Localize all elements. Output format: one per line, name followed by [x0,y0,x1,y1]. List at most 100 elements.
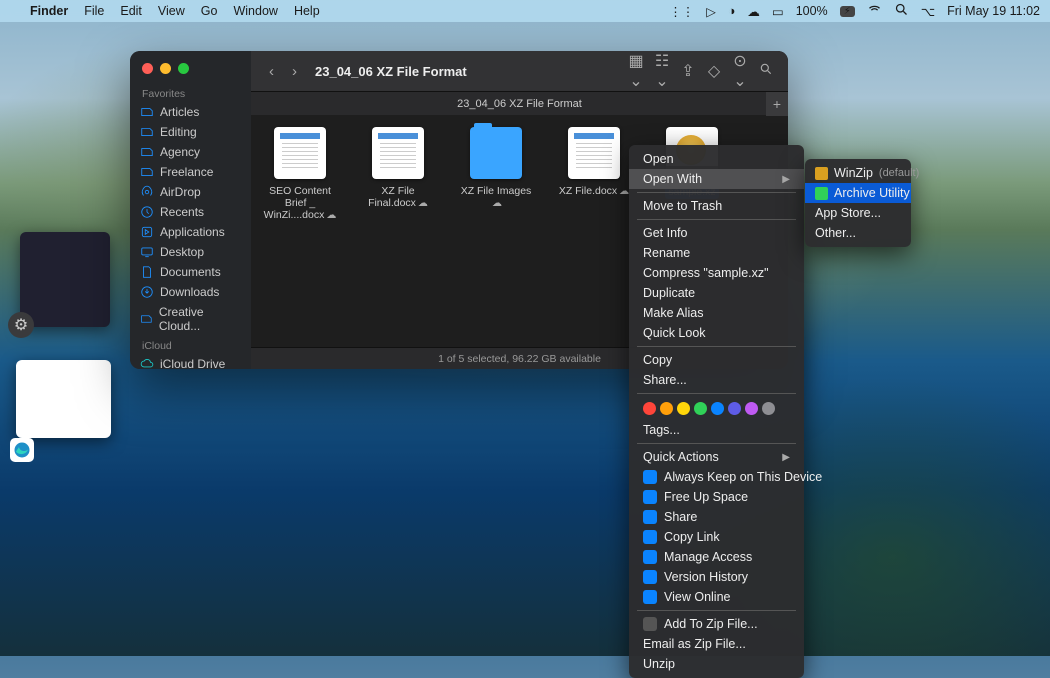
winzip-app-icon [815,167,828,180]
sidebar-item-articles[interactable]: Articles [130,102,251,122]
tag-blue[interactable] [711,402,724,415]
menu-copy[interactable]: Copy [629,350,804,370]
submenu-archive-utility[interactable]: Archive Utility [805,183,911,203]
menu-qa-manage-access[interactable]: Manage Access [629,547,804,567]
sidebar-item-creative-cloud[interactable]: Creative Cloud... [130,302,251,336]
tag-pink[interactable] [745,402,758,415]
menu-get-info[interactable]: Get Info [629,223,804,243]
battery-icon[interactable]: ⚡︎ [840,6,855,17]
zoom-button[interactable] [178,63,189,74]
menu-duplicate[interactable]: Duplicate [629,283,804,303]
minimize-button[interactable] [160,63,171,74]
sync-icon[interactable]: ◑ [728,4,736,18]
tags-icon[interactable]: ◇ [706,61,722,81]
menu-add-to-zip[interactable]: Add To Zip File... [629,614,804,634]
menu-tags[interactable]: Tags... [629,420,804,440]
menu-open-with[interactable]: Open With▶ [629,169,804,189]
display-icon[interactable]: ▭ [772,4,784,19]
view-mode-icon[interactable]: ▦ ⌄ [628,51,644,91]
tag-gray[interactable] [762,402,775,415]
battery-percent[interactable]: 100% [796,4,828,18]
sidebar-item-icloud-drive[interactable]: iCloud Drive [130,354,251,369]
menu-email-as-zip[interactable]: Email as Zip File... [629,634,804,654]
separator [637,219,796,220]
file-item[interactable]: XZ File Images☁︎ [457,127,535,209]
background-window-winzip[interactable] [16,360,111,438]
menu-window[interactable]: Window [233,4,277,18]
system-settings-icon[interactable]: ⚙︎ [8,312,34,338]
file-item[interactable]: XZ File Final.docx☁︎ [359,127,437,209]
menu-share[interactable]: Share... [629,370,804,390]
sidebar-item-editing[interactable]: Editing [130,122,251,142]
spotlight-icon[interactable] [894,2,909,20]
sidebar-item-recents[interactable]: Recents [130,202,251,222]
zoom-icon[interactable]: ⋮⋮ [669,4,694,19]
sidebar-section-icloud: iCloud [130,336,251,354]
sidebar-item-downloads[interactable]: Downloads [130,282,251,302]
sidebar-item-airdrop[interactable]: AirDrop [130,182,251,202]
cloud-icon[interactable]: ☁︎ [747,4,760,19]
clock[interactable]: Fri May 19 11:02 [947,4,1040,18]
group-icon[interactable]: ☷ ⌄ [654,51,670,91]
sidebar-item-agency[interactable]: Agency [130,142,251,162]
menu-view[interactable]: View [158,4,185,18]
path-bar[interactable]: 23_04_06 XZ File Format + [251,91,788,115]
sidebar-item-documents[interactable]: Documents [130,262,251,282]
submenu-other[interactable]: Other... [805,223,911,243]
menu-bar: Finder File Edit View Go Window Help ⋮⋮ … [0,0,1050,22]
menu-qa-free-up-space[interactable]: Free Up Space [629,487,804,507]
share-icon[interactable]: ⇪ [680,61,696,81]
cloud-download-icon: ☁︎ [492,198,502,209]
tag-orange[interactable] [660,402,673,415]
docx-icon [372,127,424,179]
cloud-download-icon: ☁︎ [619,186,629,197]
back-button[interactable]: ‹ [265,63,278,80]
sidebar-item-freelance[interactable]: Freelance [130,162,251,182]
menu-move-to-trash[interactable]: Move to Trash [629,196,804,216]
menu-quick-look[interactable]: Quick Look [629,323,804,343]
menu-qa-view-online[interactable]: View Online [629,587,804,607]
actions-icon[interactable]: ⊙ ⌄ [732,51,748,91]
tag-yellow[interactable] [677,402,690,415]
docx-icon [568,127,620,179]
control-center-icon[interactable]: ⌥ [921,4,935,19]
new-tab-button[interactable]: + [766,92,788,116]
file-item[interactable]: SEO Content Brief _ WinZi....docx☁︎ [261,127,339,221]
forward-button[interactable]: › [288,63,301,80]
submenu-app-store[interactable]: App Store... [805,203,911,223]
edge-browser-icon[interactable] [10,438,34,462]
search-icon[interactable] [758,62,774,81]
tag-purple[interactable] [728,402,741,415]
menu-qa-keep-on-device[interactable]: Always Keep on This Device [629,467,804,487]
menu-rename[interactable]: Rename [629,243,804,263]
sidebar-item-desktop[interactable]: Desktop [130,242,251,262]
menu-unzip[interactable]: Unzip [629,654,804,674]
tag-green[interactable] [694,402,707,415]
tag-red[interactable] [643,402,656,415]
play-icon[interactable]: ▷ [706,4,716,19]
people-icon [643,550,657,564]
file-item[interactable]: XZ File.docx☁︎ [555,127,633,197]
menu-help[interactable]: Help [294,4,320,18]
background-window-vscode[interactable] [20,232,110,327]
menu-qa-version-history[interactable]: Version History [629,567,804,587]
menu-qa-copy-link[interactable]: Copy Link [629,527,804,547]
close-button[interactable] [142,63,153,74]
menu-compress[interactable]: Compress "sample.xz" [629,263,804,283]
app-name[interactable]: Finder [30,4,68,18]
menu-qa-share[interactable]: Share [629,507,804,527]
menu-file[interactable]: File [84,4,104,18]
wifi-icon[interactable] [867,2,882,20]
menu-open[interactable]: Open [629,149,804,169]
sidebar-item-applications[interactable]: Applications [130,222,251,242]
submenu-winzip-default[interactable]: WinZip (default) [805,163,911,183]
menu-go[interactable]: Go [201,4,218,18]
menu-edit[interactable]: Edit [120,4,142,18]
share-icon [643,510,657,524]
menu-make-alias[interactable]: Make Alias [629,303,804,323]
open-with-submenu: WinZip (default) Archive Utility App Sto… [805,159,911,247]
history-icon [643,570,657,584]
menu-quick-actions[interactable]: Quick Actions▶ [629,447,804,467]
cloud-download-icon: ☁︎ [418,198,428,209]
winzip-icon [643,617,657,631]
